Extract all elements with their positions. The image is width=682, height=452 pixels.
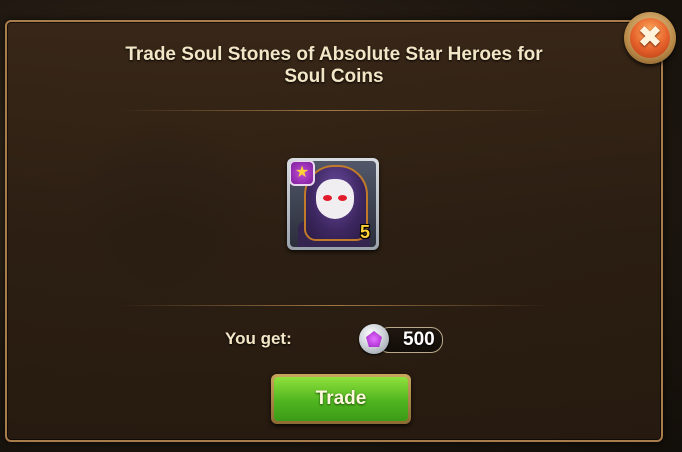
divider-bottom — [117, 305, 551, 306]
hero-soul-stone-card[interactable]: ★ 5 — [287, 158, 379, 250]
dialog-title: Trade Soul Stones of Absolute Star Heroe… — [125, 44, 543, 87]
you-get-label: You get: — [225, 329, 292, 348]
reward-amount-pill: 500 — [359, 324, 443, 356]
close-icon: ✖ — [630, 18, 670, 58]
soul-stone-count: 5 — [359, 222, 370, 242]
soul-coin-icon — [359, 324, 389, 354]
divider-top — [117, 110, 551, 111]
star-icon: ★ — [290, 161, 315, 186]
hero-eye-right — [338, 195, 347, 201]
hero-portrait: ★ 5 — [290, 161, 376, 247]
trade-button-label: Trade — [274, 377, 408, 421]
hero-mask — [316, 179, 354, 219]
trade-button[interactable]: Trade — [271, 374, 411, 424]
trade-dialog: Trade Soul Stones of Absolute Star Heroe… — [5, 20, 663, 442]
close-button[interactable]: ✖ — [624, 12, 676, 64]
soul-coin-gem-icon — [366, 331, 382, 347]
reward-amount: 500 — [403, 329, 435, 350]
hero-eye-left — [323, 195, 332, 201]
